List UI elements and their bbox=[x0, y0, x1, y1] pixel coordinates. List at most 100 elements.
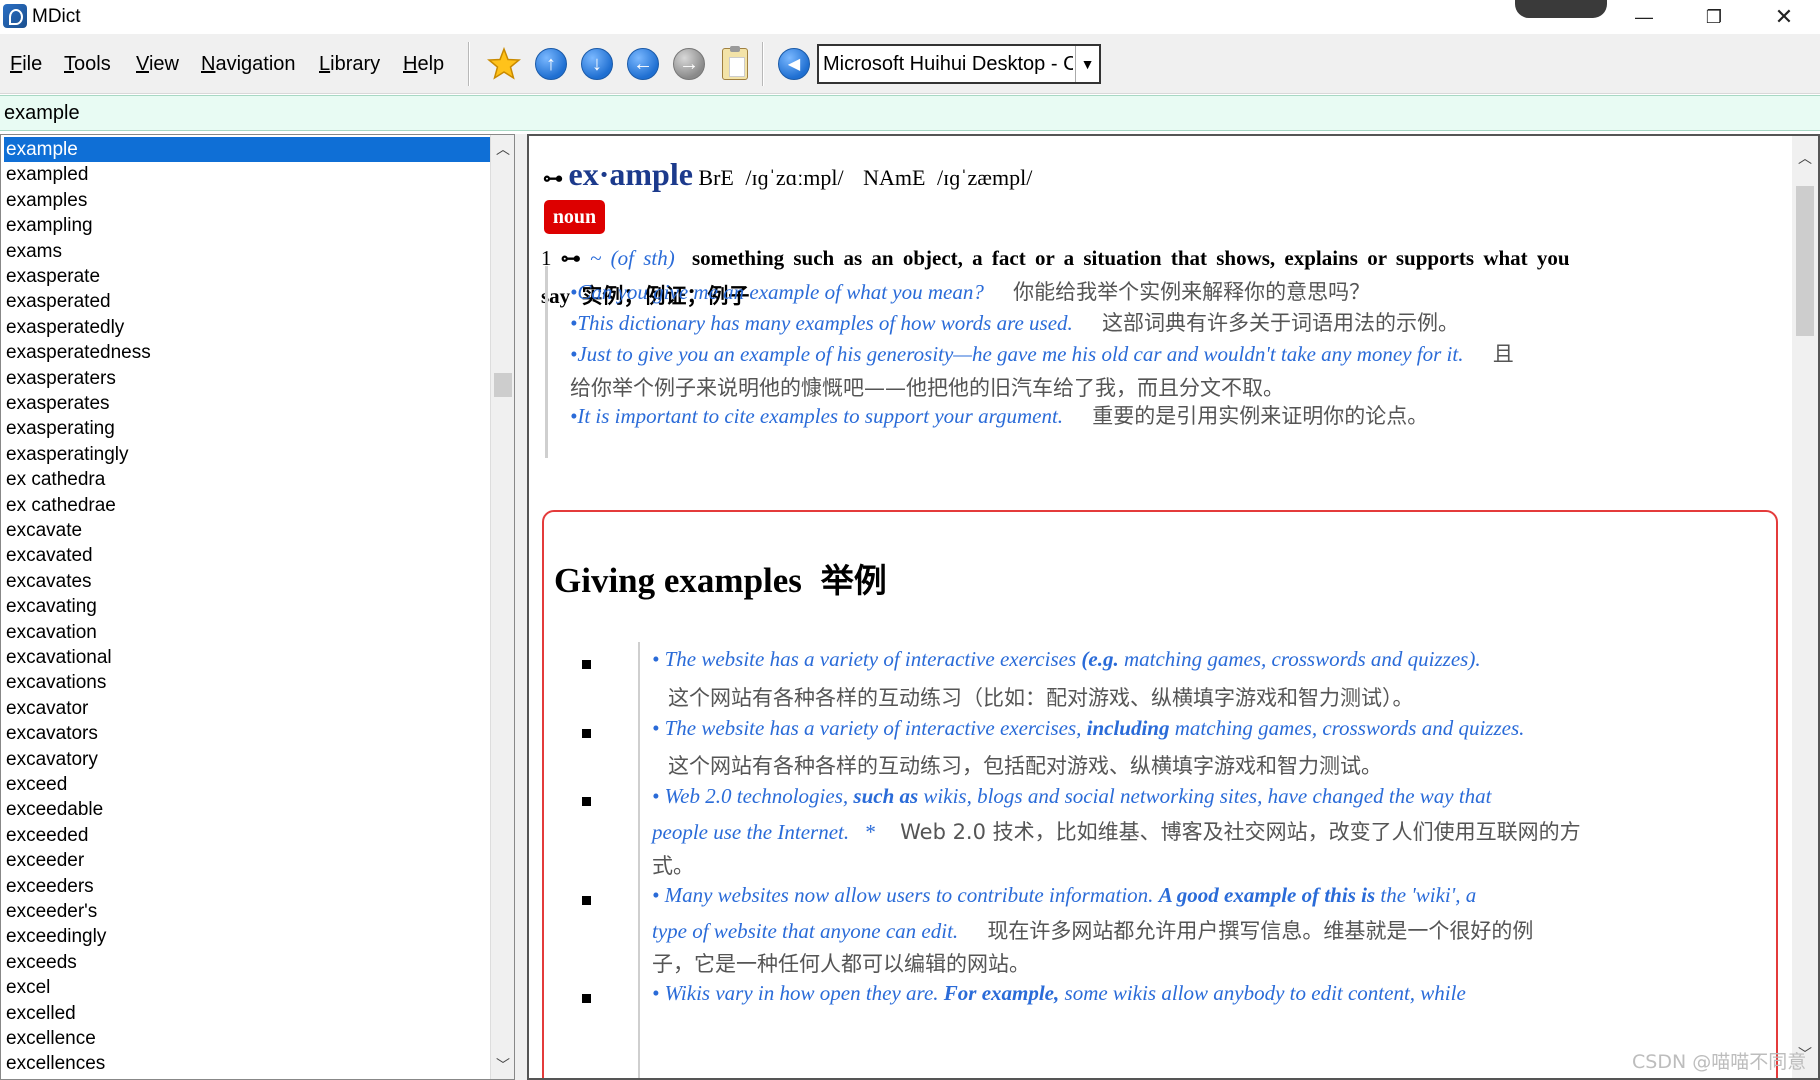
search-input[interactable] bbox=[4, 98, 1814, 128]
word-list-item[interactable]: exampled bbox=[4, 162, 490, 187]
scroll-down-icon[interactable]: ﹀ bbox=[491, 1053, 514, 1077]
usage-example-cn: 这个网站有各种各样的互动练习，包括配对游戏、纵横填字游戏和智力测试。 bbox=[668, 754, 1382, 778]
search-bar bbox=[0, 95, 1820, 131]
arrow-up-icon[interactable]: ↑ bbox=[533, 46, 569, 82]
word-list-item[interactable]: excavation bbox=[4, 620, 490, 645]
usage-note-box: Giving examples 举例 • The website has a v… bbox=[542, 510, 1778, 1078]
minimize-button[interactable]: — bbox=[1614, 0, 1674, 34]
word-list-item[interactable]: exasperates bbox=[4, 391, 490, 416]
usage-example-en: matching games, crosswords and quizzes. bbox=[1169, 716, 1525, 740]
menu-file[interactable]: File bbox=[10, 53, 42, 76]
word-list-item[interactable]: exceed bbox=[4, 772, 490, 797]
word-list-item[interactable]: excavating bbox=[4, 594, 490, 619]
word-list-item[interactable]: exceeders bbox=[4, 874, 490, 899]
word-list-item[interactable]: exceeder's bbox=[4, 899, 490, 924]
menu-library[interactable]: Library bbox=[319, 53, 380, 76]
clipboard-icon[interactable] bbox=[717, 46, 753, 82]
pane-splitter[interactable] bbox=[515, 134, 527, 1080]
usage-example-en: • Web 2.0 technologies, bbox=[652, 784, 854, 808]
bullet-marker bbox=[582, 994, 591, 1003]
pron-name: /ɪɡˈzæmpl/ bbox=[936, 165, 1033, 190]
menu-view[interactable]: View bbox=[136, 53, 179, 76]
scroll-up-icon[interactable]: ︿ bbox=[1792, 146, 1818, 170]
usage-example-key: For example, bbox=[943, 981, 1060, 1005]
window-title: MDict bbox=[32, 6, 81, 27]
back-arrow-icon[interactable]: ← bbox=[625, 46, 661, 82]
menu-help[interactable]: Help bbox=[403, 53, 444, 76]
word-list-item[interactable]: ex cathedrae bbox=[4, 493, 490, 518]
close-button[interactable]: ✕ bbox=[1754, 0, 1814, 34]
word-list-item[interactable]: ex cathedra bbox=[4, 467, 490, 492]
headword: ex·ample bbox=[568, 156, 693, 192]
word-list-item[interactable]: exasperated bbox=[4, 289, 490, 314]
word-list-item[interactable]: exasperatedness bbox=[4, 340, 490, 365]
usage-example: • Many websites now allow users to contr… bbox=[652, 883, 1476, 908]
word-list-item[interactable]: excavational bbox=[4, 645, 490, 670]
usage-example-continuation: people use the Internet. * Web 2.0 技术，比如… bbox=[652, 816, 1581, 846]
word-list-item[interactable]: examples bbox=[4, 188, 490, 213]
example-en: •It is important to cite examples to sup… bbox=[570, 404, 1064, 428]
word-list-item[interactable]: exasperatingly bbox=[4, 442, 490, 467]
content-scrollbar[interactable]: ︿ ﹀ bbox=[1792, 136, 1818, 1078]
forward-arrow-icon[interactable]: → bbox=[671, 46, 707, 82]
example-cn: 你能给我举个实例来解释你的意思吗？ bbox=[1013, 280, 1371, 304]
word-list-item[interactable]: exasperaters bbox=[4, 366, 490, 391]
scrollbar-thumb[interactable] bbox=[494, 373, 512, 397]
example-cn: 且 bbox=[1492, 342, 1514, 366]
scrollbar-thumb[interactable] bbox=[1796, 186, 1814, 336]
word-list-item[interactable]: excavations bbox=[4, 670, 490, 695]
word-list-item[interactable]: exceeder bbox=[4, 848, 490, 873]
word-list-item[interactable]: excavates bbox=[4, 569, 490, 594]
chevron-down-icon[interactable]: ▼ bbox=[1075, 46, 1099, 82]
word-list-scrollbar[interactable]: ︿ ﹀ bbox=[490, 135, 514, 1079]
usage-example-key: such as bbox=[853, 784, 919, 808]
key-icon: ⊶ bbox=[543, 168, 563, 190]
usage-example-en: • Many websites now allow users to contr… bbox=[652, 883, 1159, 907]
usage-example: • The website has a variety of interacti… bbox=[652, 716, 1524, 741]
word-list-item[interactable]: excellences bbox=[4, 1051, 490, 1076]
favorite-star-icon[interactable] bbox=[486, 46, 522, 82]
word-list-item[interactable]: exceedable bbox=[4, 797, 490, 822]
word-list-item[interactable]: exasperating bbox=[4, 416, 490, 441]
usage-example-en: wikis, blogs and social networking sites… bbox=[918, 784, 1492, 808]
scroll-up-icon[interactable]: ︿ bbox=[491, 137, 514, 161]
word-list-item[interactable]: excavators bbox=[4, 721, 490, 746]
menu-navigation[interactable]: Navigation bbox=[201, 53, 296, 76]
word-list-item[interactable]: excavator bbox=[4, 696, 490, 721]
headword-line: ⊶ ex·ample BrE /ɪɡˈzɑːmpl/ NAmE /ɪɡˈzæmp… bbox=[543, 156, 1032, 193]
usage-note-title-en: Giving examples bbox=[554, 561, 802, 600]
word-list: example exampled examples exampling exams exa… bbox=[0, 134, 515, 1080]
arrow-down-icon[interactable]: ↓ bbox=[579, 46, 615, 82]
word-list-item[interactable]: exams bbox=[4, 239, 490, 264]
word-list-item[interactable]: excavated bbox=[4, 543, 490, 568]
word-list-item[interactable]: excavate bbox=[4, 518, 490, 543]
example-cn: 重要的是引用实例来证明你的论点。 bbox=[1092, 404, 1429, 428]
example-list: •Can you give me an example of what you … bbox=[545, 266, 1775, 458]
maximize-button[interactable]: ❐ bbox=[1684, 0, 1744, 34]
word-list-item[interactable]: excavatory bbox=[4, 747, 490, 772]
example-en: •This dictionary has many examples of ho… bbox=[570, 311, 1073, 335]
example-en: •Just to give you an example of his gene… bbox=[570, 342, 1464, 366]
menu-tools[interactable]: Tools bbox=[64, 53, 111, 76]
word-list-item[interactable]: exceeded bbox=[4, 823, 490, 848]
voice-select[interactable]: Microsoft Huihui Desktop - C ▼ bbox=[817, 44, 1101, 84]
speaker-icon[interactable]: ◀ bbox=[776, 46, 812, 82]
word-list-item[interactable]: exceedingly bbox=[4, 924, 490, 949]
word-list-item[interactable]: exampling bbox=[4, 213, 490, 238]
word-list-item[interactable]: exasperatedly bbox=[4, 315, 490, 340]
usage-note-title: Giving examples 举例 bbox=[554, 554, 887, 602]
usage-example-en: some wikis allow anybody to edit content… bbox=[1059, 981, 1466, 1005]
usage-example-star: * bbox=[864, 820, 875, 844]
pron-bre: /ɪɡˈzɑːmpl/ bbox=[745, 165, 844, 190]
word-list-item[interactable]: example bbox=[4, 137, 490, 162]
toolbar-separator bbox=[762, 42, 764, 86]
usage-example-en: • Wikis vary in how open they are. bbox=[652, 981, 944, 1005]
word-list-item[interactable]: excel bbox=[4, 975, 490, 1000]
usage-example-continuation: 子，它是一种任何人都可以编辑的网站。 bbox=[652, 948, 1030, 978]
word-list-item[interactable]: exasperate bbox=[4, 264, 490, 289]
bullet-marker bbox=[582, 797, 591, 806]
word-list-item[interactable]: exceeds bbox=[4, 950, 490, 975]
usage-example-en: matching games, crosswords and quizzes). bbox=[1118, 647, 1481, 671]
word-list-item[interactable]: excelled bbox=[4, 1001, 490, 1026]
word-list-item[interactable]: excellence bbox=[4, 1026, 490, 1051]
